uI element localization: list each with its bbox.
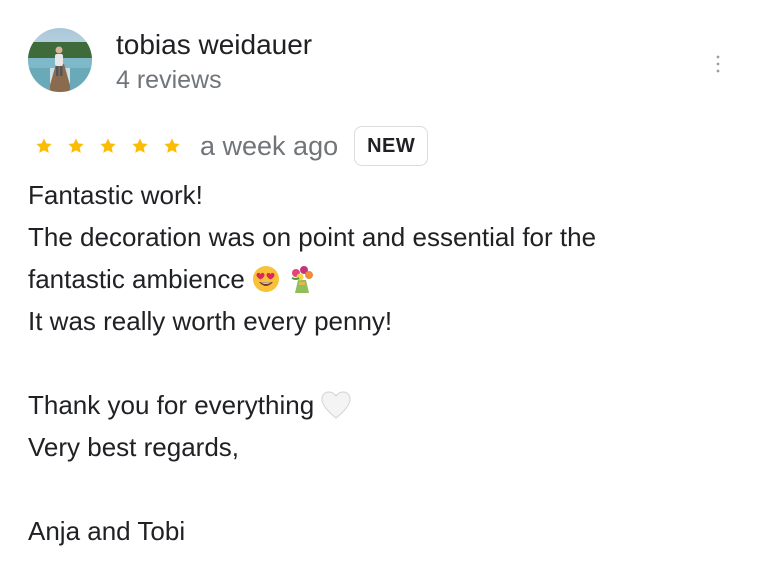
review-line: The decoration was on point and essentia… bbox=[28, 216, 728, 258]
review-line: Very best regards, bbox=[28, 426, 728, 468]
star-icon bbox=[132, 138, 148, 153]
star-rating bbox=[32, 134, 184, 158]
review-text: Thank you for everything bbox=[28, 390, 315, 420]
review-line: Thank you for everything bbox=[28, 384, 728, 426]
review-line: Anja and Tobi bbox=[28, 510, 728, 552]
more-vert-icon bbox=[716, 55, 720, 73]
reviewer-avatar[interactable] bbox=[28, 28, 92, 92]
review-count[interactable]: 4 reviews bbox=[116, 64, 222, 96]
star-icon bbox=[36, 138, 52, 153]
review-blank-line bbox=[28, 342, 728, 384]
review-text: Fantastic work! bbox=[28, 180, 203, 210]
new-badge: NEW bbox=[354, 126, 429, 166]
review-body: Fantastic work! The decoration was on po… bbox=[28, 174, 728, 552]
review-text: Very best regards, bbox=[28, 432, 239, 462]
rating-row: a week ago NEW bbox=[28, 124, 429, 168]
review-text: The decoration was on point and essentia… bbox=[28, 222, 597, 252]
star-icon bbox=[100, 138, 116, 153]
star-icon bbox=[164, 138, 180, 153]
review-text: Anja and Tobi bbox=[28, 516, 186, 546]
review-card: tobias weidauer 4 reviews a week ago NEW… bbox=[0, 0, 762, 574]
heart-eyes-emoji-icon bbox=[251, 264, 281, 294]
star-icon bbox=[68, 138, 84, 153]
review-date: a week ago bbox=[200, 130, 339, 161]
review-text: fantastic ambience bbox=[28, 264, 245, 294]
review-text: It was really worth every penny! bbox=[28, 306, 393, 336]
white-heart-emoji-icon bbox=[320, 390, 351, 420]
bouquet-emoji-icon bbox=[287, 264, 317, 294]
reviewer-name[interactable]: tobias weidauer bbox=[116, 28, 312, 62]
review-line: It was really worth every penny! bbox=[28, 300, 728, 342]
review-blank-line bbox=[28, 468, 728, 510]
avatar-photo bbox=[28, 28, 92, 92]
more-options-button[interactable] bbox=[706, 52, 730, 76]
review-line: fantastic ambience bbox=[28, 258, 728, 300]
review-line: Fantastic work! bbox=[28, 174, 728, 216]
